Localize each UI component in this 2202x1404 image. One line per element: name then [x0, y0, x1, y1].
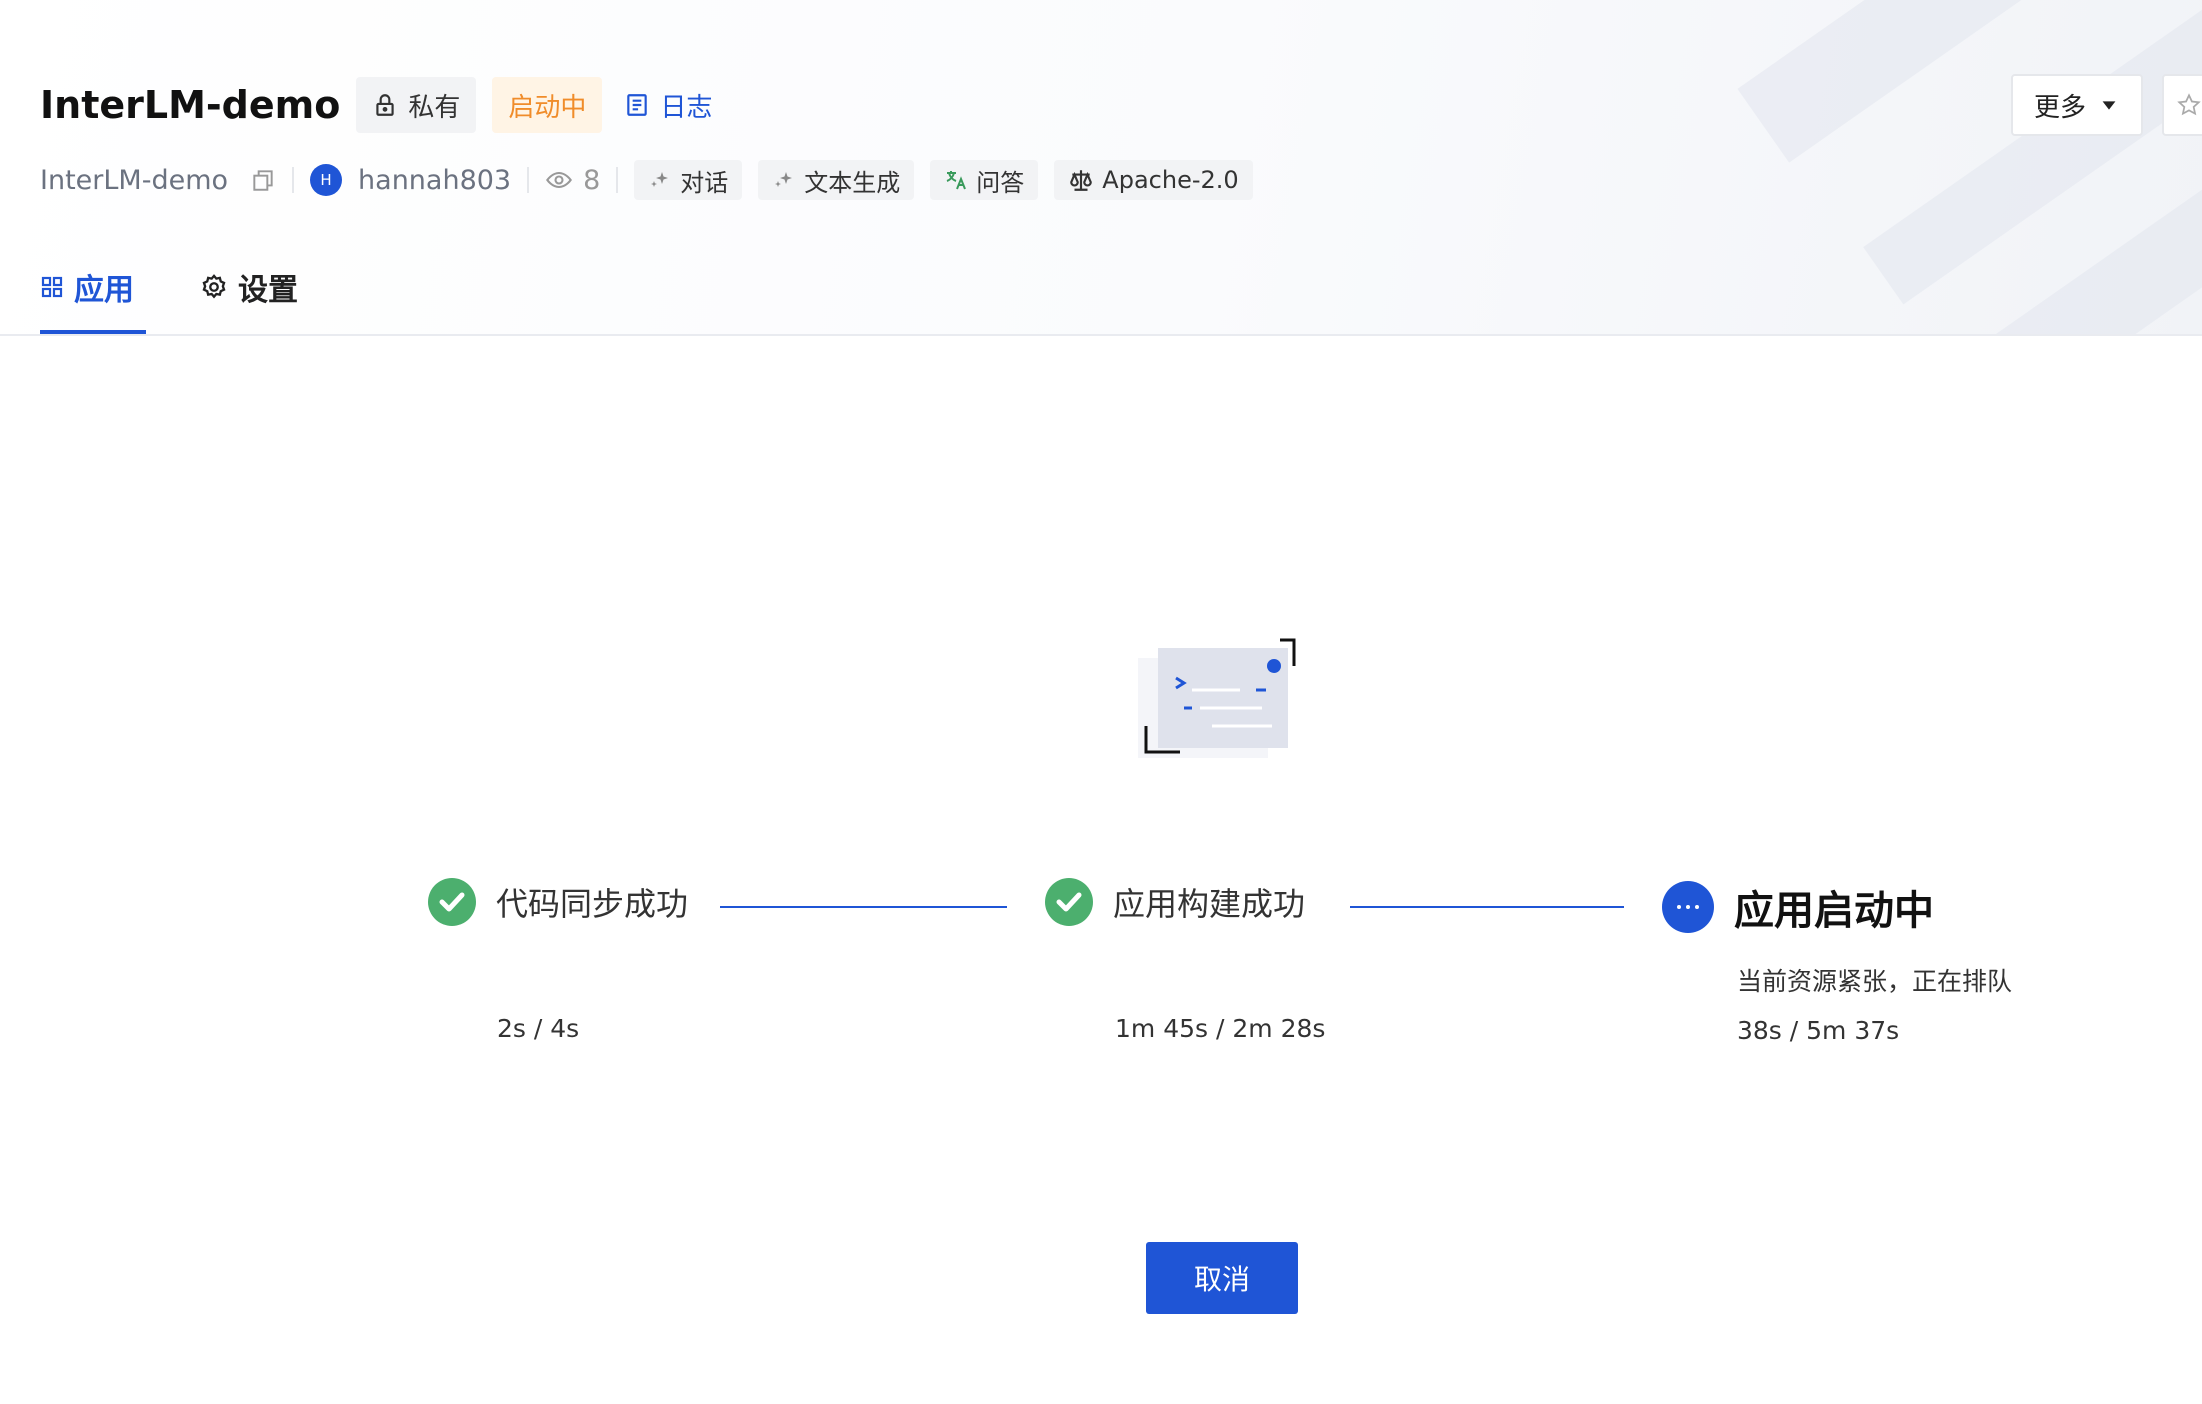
visibility-label: 私有 [408, 92, 461, 123]
translate-icon [946, 171, 967, 190]
divider [616, 167, 619, 193]
tag-chat[interactable]: 对话 [634, 160, 743, 200]
tag-label: 问答 [976, 168, 1025, 197]
more-label: 更多 [2033, 92, 2086, 123]
tab-label: 设置 [238, 273, 298, 308]
star-button[interactable] [2162, 74, 2202, 136]
page-title: InterLM-demo [40, 83, 341, 127]
license-label: Apache-2.0 [1102, 166, 1239, 194]
avatar[interactable]: H [310, 164, 343, 196]
tag-qa[interactable]: 问答 [930, 160, 1039, 200]
divider [292, 167, 295, 193]
apps-icon [41, 276, 63, 298]
log-label: 日志 [660, 92, 713, 123]
visibility-chip: 私有 [356, 77, 477, 133]
step-connector [720, 906, 1007, 908]
tab-settings[interactable]: 设置 [200, 262, 298, 312]
divider [527, 167, 530, 193]
log-link[interactable]: 日志 [618, 77, 718, 133]
step-connector [1350, 906, 1624, 908]
active-tab-indicator [40, 330, 146, 334]
step-time: 1m 45s / 2m 28s [1115, 1014, 1326, 1043]
username[interactable]: hannah803 [358, 165, 511, 196]
cancel-button[interactable]: 取消 [1146, 1242, 1298, 1314]
sparkle-icon [651, 172, 669, 187]
eye-icon [546, 171, 573, 189]
more-button[interactable]: 更多 [2011, 74, 2143, 136]
step-build: 应用构建成功 [1045, 878, 1305, 926]
tag-label: 文本生成 [804, 168, 901, 197]
scale-icon [1070, 170, 1093, 191]
tag-text-generation[interactable]: 文本生成 [758, 160, 915, 200]
star-icon [2177, 93, 2201, 116]
sparkle-icon [775, 172, 793, 187]
tab-bar: 应用 设置 [40, 262, 364, 312]
step-label: 代码同步成功 [496, 885, 689, 923]
tag-label: 对话 [680, 168, 729, 197]
repo-name: InterLM-demo [40, 164, 229, 196]
title-row: InterLM-demo 私有 启动中 日志 [40, 76, 734, 134]
meta-row: InterLM-demo H hannah803 8 对话 文本生成 问答 Ap… [40, 160, 1269, 200]
step-label: 应用构建成功 [1113, 885, 1306, 923]
tag-license[interactable]: Apache-2.0 [1054, 160, 1253, 200]
copy-icon[interactable] [250, 167, 276, 193]
caret-down-icon [2102, 101, 2116, 110]
status-label: 启动中 [508, 92, 587, 123]
view-count: 8 [583, 164, 601, 196]
tab-label: 应用 [74, 273, 134, 308]
step-launch: 应用启动中 [1662, 878, 1934, 936]
loading-dots-icon [1662, 881, 1714, 933]
check-circle-icon [1045, 878, 1093, 926]
log-icon [627, 94, 648, 116]
step-label: 应用启动中 [1734, 888, 1934, 934]
step-subtitle: 当前资源紧张，正在排队 [1737, 967, 2013, 996]
step-time: 38s / 5m 37s [1737, 1016, 1900, 1045]
status-badge: 启动中 [492, 77, 603, 133]
check-circle-icon [428, 878, 476, 926]
step-code-sync: 代码同步成功 [428, 878, 688, 926]
gear-icon [202, 274, 226, 299]
step-time: 2s / 4s [497, 1014, 580, 1043]
lock-icon [376, 94, 395, 116]
tab-app[interactable]: 应用 [40, 262, 134, 312]
terminal-illustration [1138, 638, 1296, 758]
